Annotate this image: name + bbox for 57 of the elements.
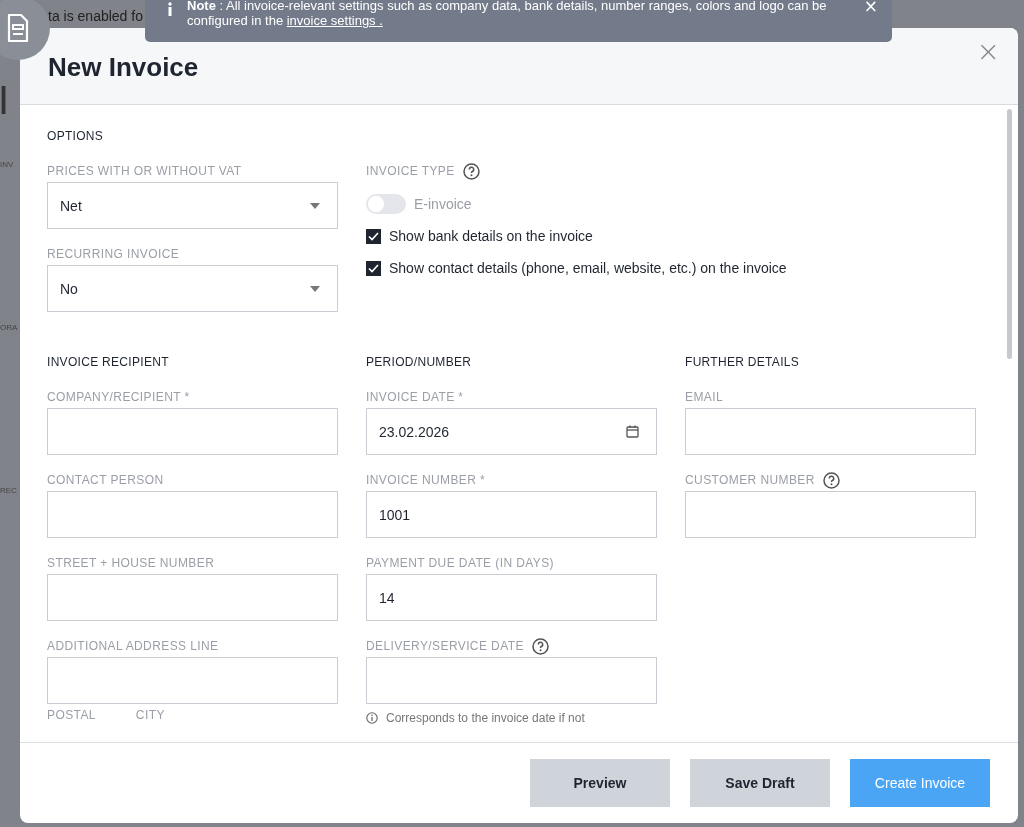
notice-text: Note : All invoice-relevant settings such as company data, bank details, number ranges, colors and logo can be configured in the invoice settings . <box>187 0 828 28</box>
help-icon[interactable] <box>531 637 549 655</box>
field-label: CONTACT PERSON <box>47 473 164 487</box>
field-label: PRICES WITH OR WITHOUT VAT <box>47 164 242 178</box>
action-button[interactable]: Preview <box>530 759 670 807</box>
checkbox-label: Show bank details on the invoice <box>389 228 593 244</box>
document-icon[interactable] <box>0 0 50 60</box>
field-label: POSTAL <box>47 708 96 722</box>
field-label: RECURRING INVOICE <box>47 247 180 261</box>
background-notice: ta is enabled fo <box>48 8 143 24</box>
input-field[interactable] <box>47 657 338 704</box>
info-icon <box>167 2 173 16</box>
info-icon <box>366 712 378 724</box>
section-heading: INVOICE RECIPIENT <box>47 355 170 369</box>
close-button[interactable]: × <box>863 0 878 12</box>
section-heading: PERIOD/NUMBER <box>366 355 473 369</box>
scrollbar-thumb[interactable] <box>1007 109 1012 359</box>
calendar-icon[interactable] <box>626 425 639 438</box>
help-icon[interactable] <box>822 471 840 489</box>
input-field[interactable] <box>47 491 338 538</box>
input-field[interactable] <box>685 491 976 538</box>
toggle-label: E-invoice <box>414 196 472 212</box>
field-label: INVOICE TYPE <box>366 164 455 178</box>
checkbox[interactable] <box>366 228 381 244</box>
field-label: DELIVERY/SERVICE DATE <box>366 639 524 653</box>
checkbox-label: Show contact details (phone, email, website, etc.) on the invoice <box>389 260 787 276</box>
field-label: ADDITIONAL ADDRESS LINE <box>47 639 219 653</box>
field-label: CUSTOMER NUMBER <box>685 473 815 487</box>
page-heading: I <box>0 78 10 123</box>
input-field[interactable] <box>47 574 338 621</box>
field-label: STREET + HOUSE NUMBER <box>47 556 215 570</box>
caret-icon <box>310 285 320 292</box>
input-field[interactable]: 1001 <box>366 491 657 538</box>
input-field[interactable] <box>685 408 976 455</box>
sidebar-label: ORA <box>0 323 18 332</box>
help-icon[interactable] <box>462 162 480 180</box>
checkbox[interactable] <box>366 260 381 276</box>
input-field[interactable]: 14 <box>366 574 657 621</box>
field-label: PAYMENT DUE DATE (IN DAYS) <box>366 556 554 570</box>
date-field[interactable]: 23.02.2026 <box>366 408 657 455</box>
select-field[interactable]: No <box>47 265 338 312</box>
field-label: CITY <box>135 708 165 722</box>
hint-text: Corresponds to the invoice date if not <box>386 711 585 725</box>
input-field[interactable] <box>366 657 657 704</box>
dialog-title: New Invoice <box>48 50 199 83</box>
sidebar-label: INV <box>0 160 15 169</box>
field-label: INVOICE NUMBER * <box>366 473 486 487</box>
settings-link[interactable]: invoice settings . <box>286 13 383 28</box>
select-field[interactable]: Net <box>47 182 338 229</box>
field-label: COMPANY/RECIPIENT * <box>47 390 190 404</box>
section-heading: FURTHER DETAILS <box>685 355 801 369</box>
field-label: INVOICE DATE * <box>366 390 464 404</box>
field-label: EMAIL <box>685 390 723 404</box>
section-heading: OPTIONS <box>47 129 105 143</box>
input-field[interactable] <box>47 408 338 455</box>
caret-icon <box>310 202 320 209</box>
action-button[interactable]: Save Draft <box>690 759 830 807</box>
